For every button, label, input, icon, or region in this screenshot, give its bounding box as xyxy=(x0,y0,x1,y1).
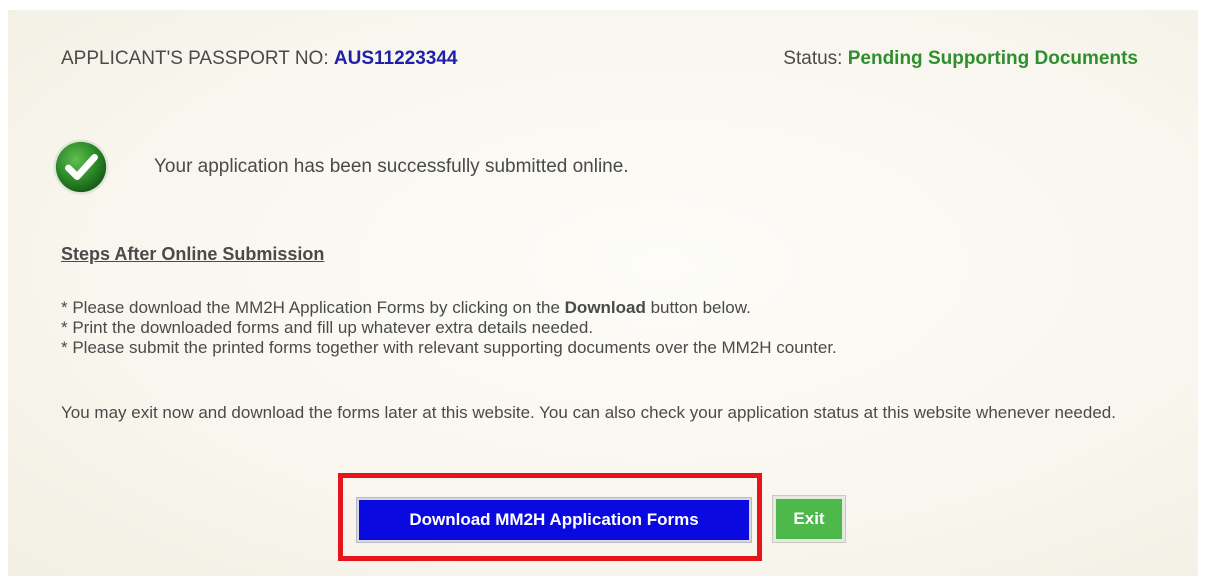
passport-label: APPLICANT'S PASSPORT NO: xyxy=(61,48,334,69)
status-value: Pending Supporting Documents xyxy=(847,48,1138,69)
step-download: * Please download the MM2H Application F… xyxy=(61,298,837,318)
header: APPLICANT'S PASSPORT NO: AUS11223344 Sta… xyxy=(8,10,1198,110)
success-message-row: Your application has been successfully s… xyxy=(52,134,629,200)
step-download-suffix: button below. xyxy=(645,298,751,317)
passport-value: AUS11223344 xyxy=(333,48,458,69)
exit-note: You may exit now and download the forms … xyxy=(61,403,1116,422)
step-submit: * Please submit the printed forms togeth… xyxy=(61,338,837,357)
steps-list: * Please download the MM2H Application F… xyxy=(61,298,837,358)
success-message: Your application has been successfully s… xyxy=(154,156,629,177)
check-icon xyxy=(53,139,109,195)
step-download-bold: Download xyxy=(564,298,646,317)
steps-heading: Steps After Online Submission xyxy=(61,244,325,264)
download-forms-button[interactable]: Download MM2H Application Forms xyxy=(357,498,751,542)
application-status: Status: Pending Supporting Documents xyxy=(783,48,1138,70)
status-label: Status: xyxy=(783,48,848,69)
step-download-prefix: * Please download the MM2H Application F… xyxy=(61,298,565,317)
exit-button[interactable]: Exit xyxy=(773,496,845,542)
step-print: * Print the downloaded forms and fill up… xyxy=(61,318,594,337)
passport-number: APPLICANT'S PASSPORT NO: AUS11223344 xyxy=(61,48,457,70)
application-status-panel: APPLICANT'S PASSPORT NO: AUS11223344 Sta… xyxy=(8,10,1198,576)
